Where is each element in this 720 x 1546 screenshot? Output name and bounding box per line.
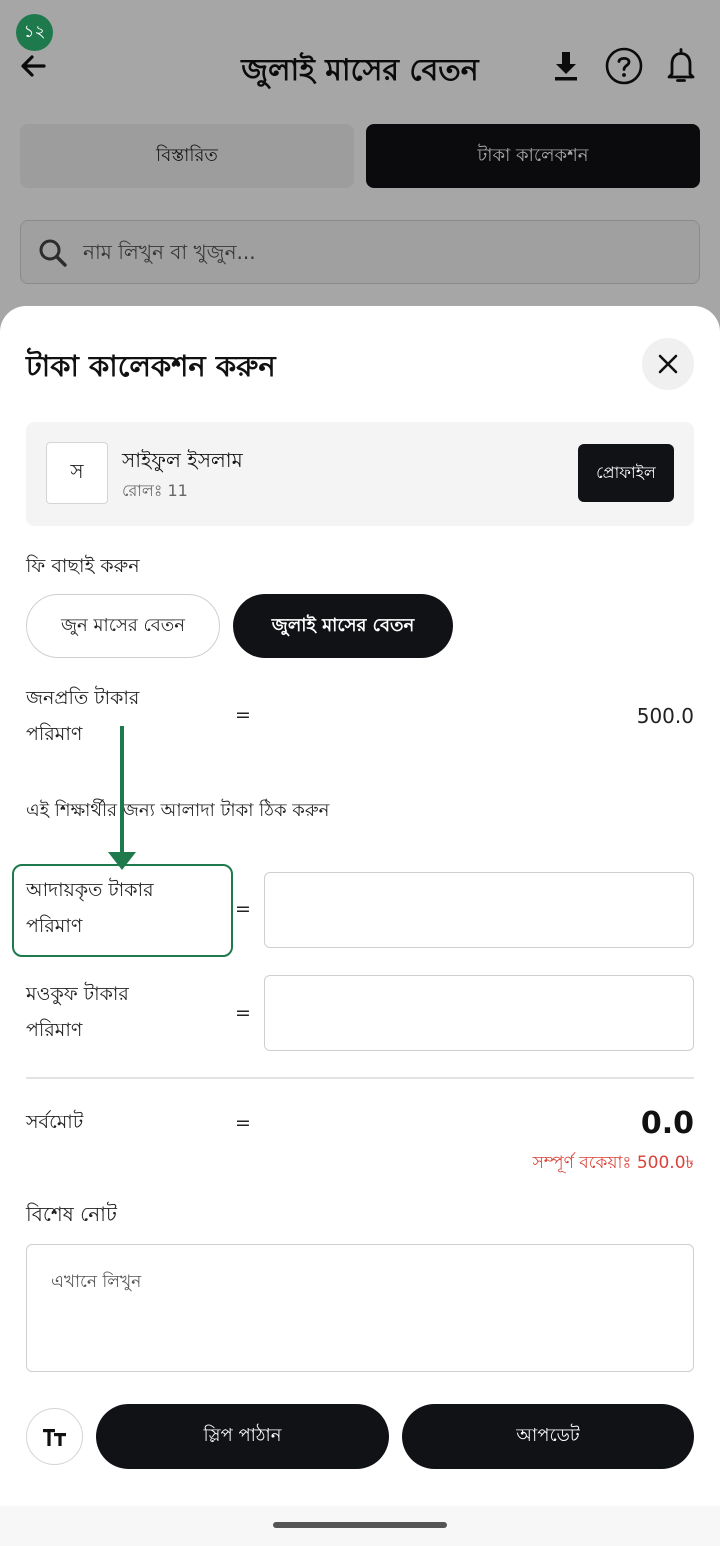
per-person-equals: = (235, 704, 251, 726)
collected-amount-label: আদায়কৃত টাকার পরিমাণ (26, 879, 154, 937)
special-note-label: বিশেষ নোট (26, 1202, 117, 1226)
waived-amount-input[interactable] (264, 975, 694, 1051)
student-name: সাইফুল ইসলাম (122, 448, 243, 472)
font-size-button[interactable] (26, 1408, 83, 1465)
divider (26, 1077, 694, 1079)
total-equals: = (235, 1112, 251, 1134)
profile-button[interactable]: প্রোফাইল (578, 444, 674, 502)
step-badge: ১২ (16, 14, 53, 51)
close-icon (658, 354, 678, 374)
total-due-text: সম্পূর্ণ বকেয়াঃ 500.0৳ (532, 1153, 694, 1173)
fee-select-label: ফি বাছাই করুন (26, 555, 140, 577)
waived-equals: = (235, 1002, 251, 1024)
fee-chip-june[interactable]: জুন মাসের বেতন (26, 594, 220, 658)
collected-amount-input[interactable] (264, 872, 694, 948)
total-label: সর্বমোট (26, 1111, 84, 1133)
collected-equals: = (235, 898, 251, 920)
special-note-textarea[interactable] (26, 1244, 694, 1372)
update-button[interactable]: আপডেট (402, 1404, 694, 1469)
close-button[interactable] (642, 338, 694, 390)
annotation-arrow-line (120, 726, 124, 858)
per-person-amount: 500.0 (636, 704, 694, 728)
send-slip-button[interactable]: স্লিপ পাঠান (96, 1404, 389, 1469)
collect-money-sheet: টাকা কালেকশন করুন স সাইফুল ইসলাম রোলঃ 11… (0, 306, 720, 1546)
fee-chip-july[interactable]: জুলাই মাসের বেতন (233, 594, 453, 658)
waived-amount-label: মওকুফ টাকার পরিমাণ (26, 983, 129, 1041)
student-roll: রোলঃ 11 (122, 481, 188, 500)
student-card: স সাইফুল ইসলাম রোলঃ 11 প্রোফাইল (26, 422, 694, 526)
system-nav-bar (0, 1506, 720, 1546)
total-value: 0.0 (640, 1106, 694, 1141)
separate-amount-note: এই শিক্ষার্থীর জন্য আলাদা টাকা ঠিক করুন (26, 800, 330, 821)
sheet-title: টাকা কালেকশন করুন (26, 349, 276, 383)
home-indicator[interactable] (273, 1522, 447, 1528)
avatar: স (46, 442, 108, 504)
text-size-icon (42, 1428, 66, 1446)
